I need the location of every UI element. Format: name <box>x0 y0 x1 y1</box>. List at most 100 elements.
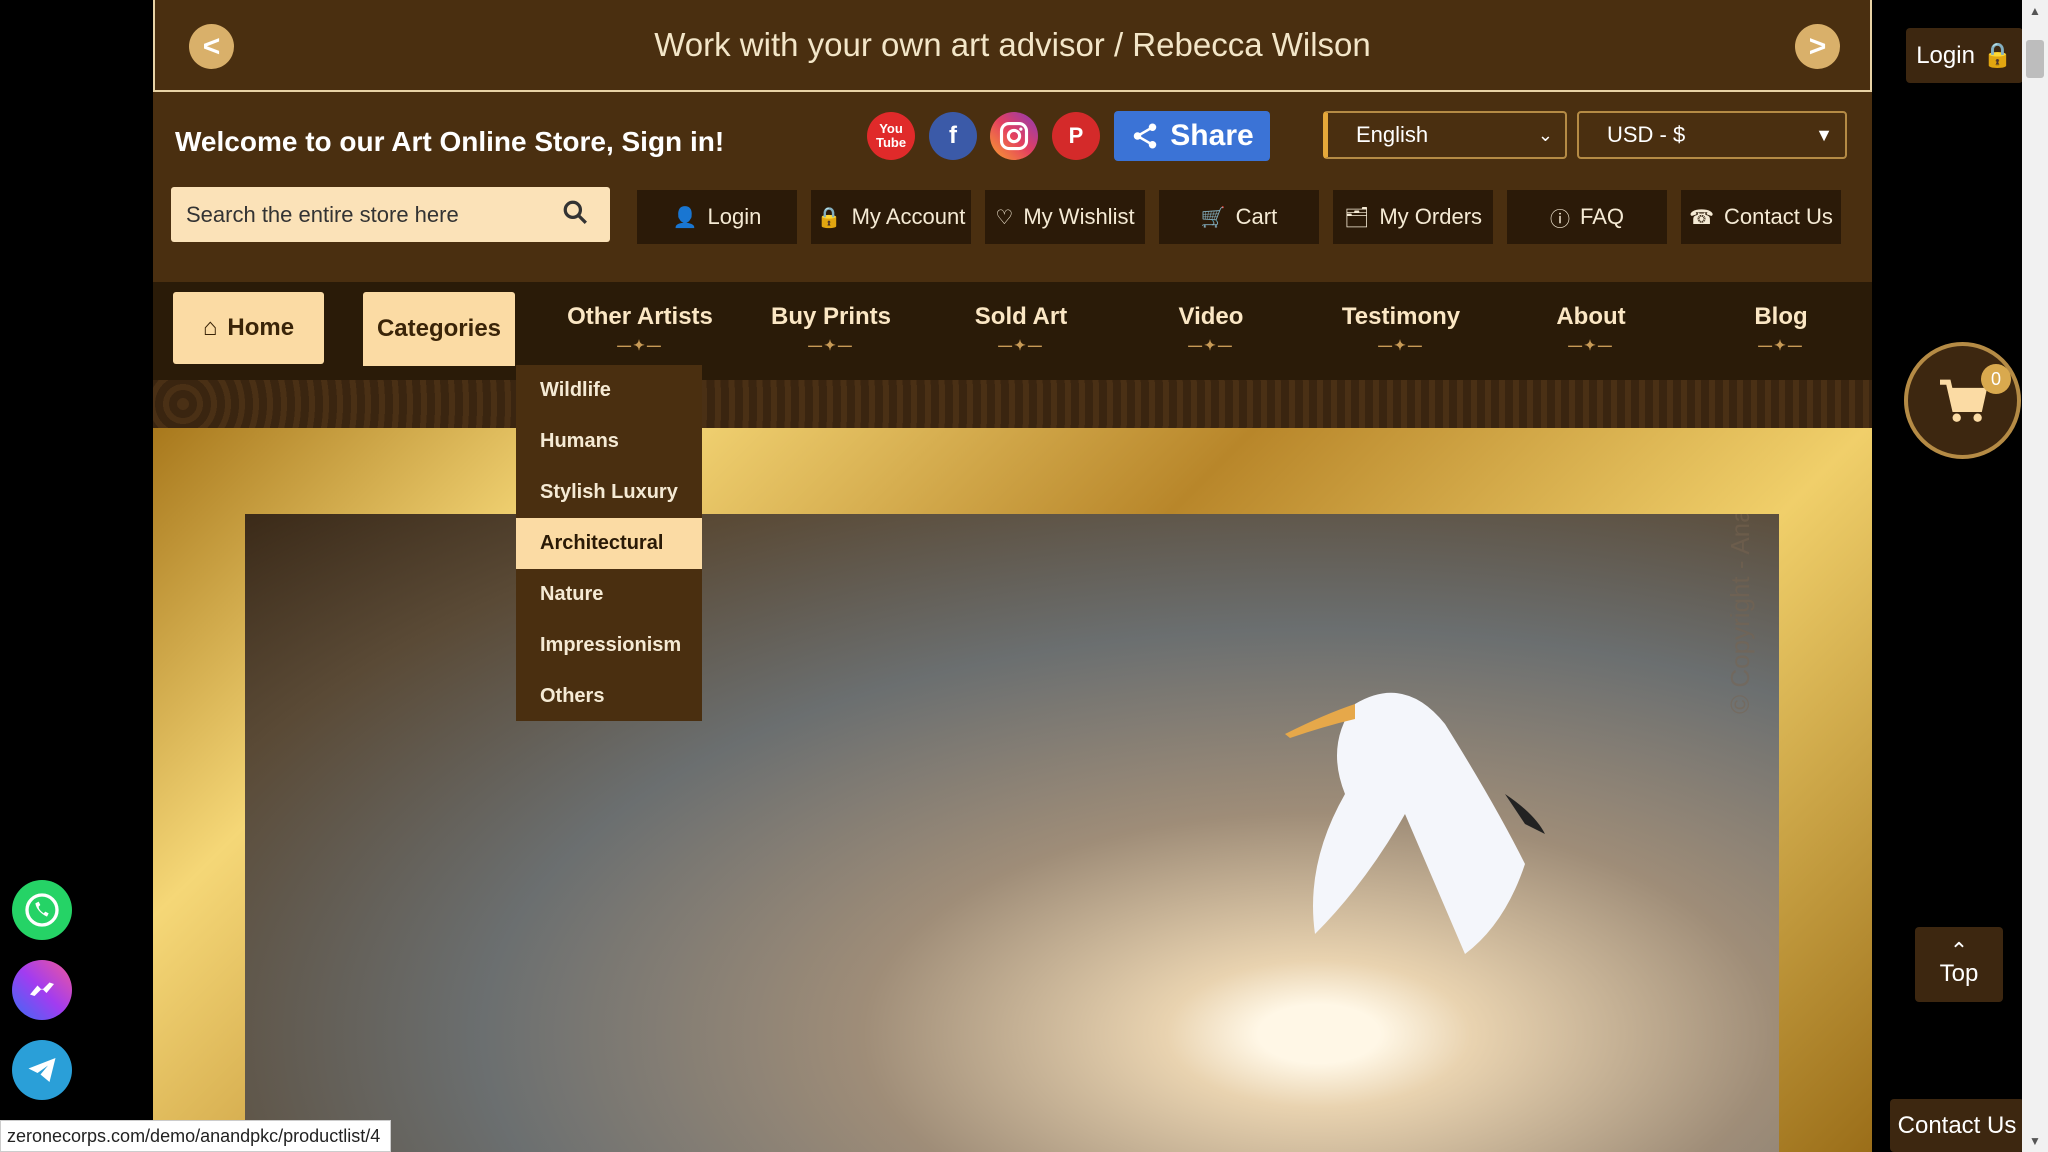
floating-login-button[interactable]: Login 🔒 <box>1906 28 2023 83</box>
login-label: Login <box>707 204 762 229</box>
hero-frame: © Copyright - Anand PKC <box>153 428 1872 1152</box>
search-input[interactable]: Search the entire store here <box>171 187 610 242</box>
category-humans[interactable]: Humans <box>516 416 702 467</box>
my-orders-label: My Orders <box>1379 204 1483 229</box>
hero-painting: © Copyright - Anand PKC <box>245 514 1779 1152</box>
category-nature[interactable]: Nature <box>516 569 702 620</box>
floating-cart-button[interactable]: 0 <box>1904 342 2021 459</box>
main-navigation: ⌂ Home Categories Other Artists —✦— Buy … <box>153 282 1872 380</box>
currency-value: USD - $ <box>1607 122 1686 147</box>
cart-label: Cart <box>1235 204 1278 229</box>
pinterest-icon[interactable]: P <box>1052 112 1100 160</box>
ornament-icon: —✦— <box>1758 336 1804 353</box>
heart-icon: ♡ <box>995 206 1014 229</box>
language-value: English <box>1356 122 1429 147</box>
site-container: < Work with your own art advisor / Rebec… <box>153 0 1872 1152</box>
ornament-icon: —✦— <box>1188 336 1234 353</box>
nav-blog-label: Blog <box>1754 302 1808 330</box>
nav-buy-prints-label: Buy Prints <box>770 302 892 330</box>
lock-icon: 🔒 <box>816 206 842 229</box>
floating-login-label: Login <box>1916 41 1975 69</box>
back-to-top-label: Top <box>1939 959 1979 987</box>
floating-contact-button[interactable]: Contact Us <box>1890 1099 2024 1152</box>
nav-testimony[interactable]: Testimony —✦— <box>1306 292 1496 364</box>
nav-other-artists-label: Other Artists <box>567 302 713 330</box>
youtube-label: You Tube <box>876 121 907 150</box>
nav-sold-art[interactable]: Sold Art —✦— <box>926 292 1116 364</box>
cart-link[interactable]: 🛒 Cart <box>1159 190 1319 244</box>
ornament-icon: —✦— <box>617 336 663 353</box>
category-architectural[interactable]: Architectural <box>516 518 702 569</box>
category-wildlife[interactable]: Wildlife <box>516 365 702 416</box>
currency-select[interactable]: USD - $ ▼ <box>1577 111 1847 159</box>
category-others[interactable]: Others <box>516 671 702 722</box>
faq-link[interactable]: ⓘ FAQ <box>1507 190 1667 244</box>
decorative-pattern <box>153 380 1872 428</box>
nav-blog[interactable]: Blog —✦— <box>1686 292 1872 364</box>
chevron-up-icon: ⌃ <box>1949 937 1969 963</box>
cart-count-badge: 0 <box>1981 364 2011 394</box>
nav-sold-art-label: Sold Art <box>974 302 1068 330</box>
nav-home-label: Home <box>227 314 295 341</box>
copyright-watermark: © Copyright - Anand PKC <box>1725 514 1755 714</box>
nav-other-artists[interactable]: Other Artists —✦— <box>545 292 735 364</box>
announcement-banner: < Work with your own art advisor / Rebec… <box>153 0 1872 92</box>
ornament-icon: —✦— <box>808 336 854 353</box>
egret-image <box>1285 692 1545 954</box>
youtube-icon[interactable]: You Tube <box>867 112 915 160</box>
category-stylish-luxury[interactable]: Stylish Luxury <box>516 467 702 518</box>
scroll-up-icon[interactable]: ▲ <box>2029 4 2041 18</box>
ornament-icon: —✦— <box>998 336 1044 353</box>
language-select[interactable]: English ⌄ <box>1323 111 1567 159</box>
my-orders-link[interactable]: 🗂 My Orders <box>1333 190 1493 244</box>
scrollbar-thumb[interactable] <box>2026 40 2044 78</box>
my-account-label: My Account <box>851 204 966 229</box>
my-wishlist-label: My Wishlist <box>1023 204 1135 229</box>
cart-icon: 🛒 <box>1200 206 1226 229</box>
orders-icon: 🗂 <box>1343 206 1370 229</box>
instagram-icon[interactable] <box>990 112 1038 160</box>
cart-icon <box>1939 379 1987 422</box>
info-icon: ⓘ <box>1549 208 1570 231</box>
nav-buy-prints[interactable]: Buy Prints —✦— <box>736 292 926 364</box>
banner-text: Work with your own art advisor / Rebecca… <box>654 26 1371 63</box>
categories-dropdown: Wildlife Humans Stylish Luxury Architect… <box>516 365 702 721</box>
whatsapp-icon[interactable] <box>12 880 72 940</box>
share-button[interactable]: Share <box>1114 111 1270 161</box>
nav-home[interactable]: ⌂ Home <box>173 292 324 364</box>
my-wishlist-link[interactable]: ♡ My Wishlist <box>985 190 1145 244</box>
ornament-icon: —✦— <box>1568 336 1614 353</box>
nav-testimony-label: Testimony <box>1341 302 1461 330</box>
top-header: Welcome to our Art Online Store, Sign in… <box>153 92 1872 282</box>
banner-next-button[interactable]: > <box>1795 24 1840 69</box>
share-icon <box>1134 123 1157 149</box>
search-placeholder: Search the entire store here <box>186 201 459 227</box>
page-scrollbar[interactable]: ▲ ▼ <box>2022 0 2048 1152</box>
telegram-icon[interactable] <box>12 1040 72 1100</box>
facebook-icon[interactable]: f <box>929 112 977 160</box>
phone-icon: ☎ <box>1689 206 1715 229</box>
status-bar-url: zeronecorps.com/demo/anandpkc/productlis… <box>0 1120 392 1152</box>
banner-prev-button[interactable]: < <box>189 24 234 69</box>
faq-label: FAQ <box>1579 204 1624 229</box>
messenger-icon[interactable] <box>12 960 72 1020</box>
welcome-text: Welcome to our Art Online Store, Sign in… <box>175 126 725 157</box>
nav-video[interactable]: Video —✦— <box>1116 292 1306 364</box>
share-label: Share <box>1170 119 1254 152</box>
ornament-icon: —✦— <box>1378 336 1424 353</box>
contact-us-label: Contact Us <box>1724 204 1833 229</box>
nav-categories-label: Categories <box>376 315 502 342</box>
my-account-link[interactable]: 🔒 My Account <box>811 190 971 244</box>
scroll-down-icon[interactable]: ▼ <box>2029 1134 2041 1148</box>
nav-about-label: About <box>1556 302 1626 330</box>
nav-about[interactable]: About —✦— <box>1496 292 1686 364</box>
user-icon: 👤 <box>672 206 698 229</box>
home-icon: ⌂ <box>202 314 218 341</box>
category-impressionism[interactable]: Impressionism <box>516 620 702 671</box>
login-link[interactable]: 👤 Login <box>637 190 797 244</box>
search-icon[interactable] <box>562 199 588 225</box>
contact-us-link[interactable]: ☎ Contact Us <box>1681 190 1841 244</box>
lock-icon: 🔒 <box>1982 42 2013 69</box>
nav-categories[interactable]: Categories <box>363 292 515 366</box>
back-to-top-button[interactable]: ⌃ Top <box>1915 927 2003 1002</box>
